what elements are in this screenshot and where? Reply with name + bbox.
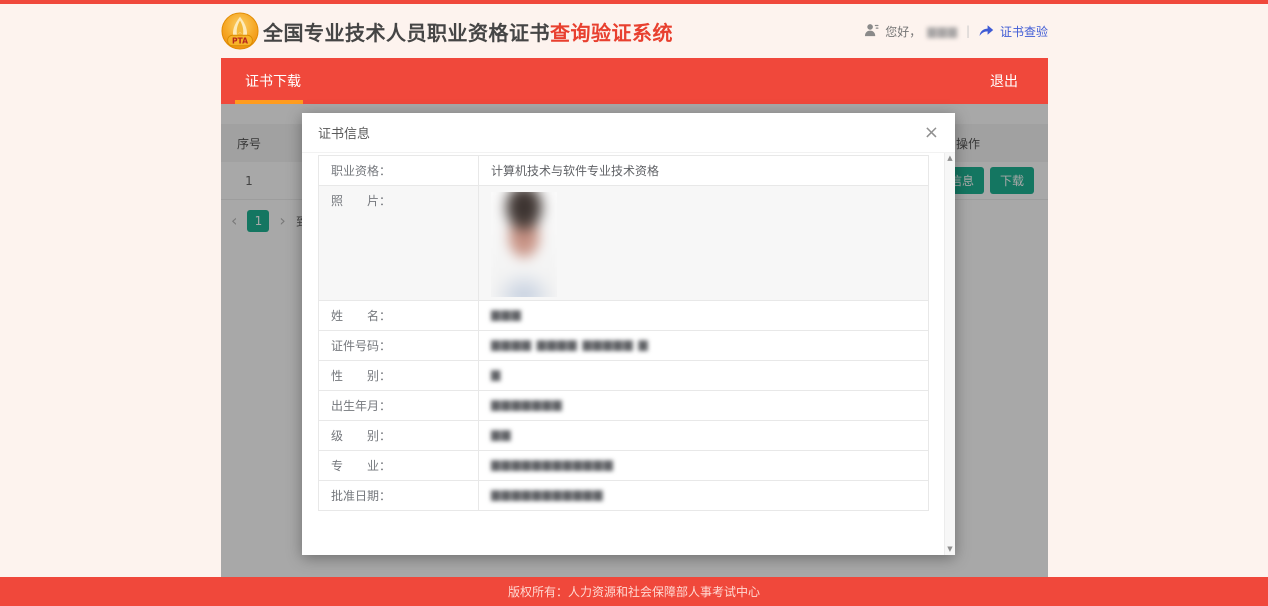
field-value-masked: ▆▆▆▆▆▆▆▆▆▆▆ — [491, 487, 604, 501]
username-masked: ▆▆▆ — [927, 24, 958, 38]
detail-row-name: 姓名： ▆▆▆ — [319, 301, 928, 331]
nav-bar: 证书下载 退出 — [221, 58, 1048, 104]
field-label: 照片 — [331, 194, 379, 208]
field-label: 证件号码 — [331, 339, 380, 353]
scroll-down-icon[interactable]: ▼ — [947, 546, 952, 553]
portrait-photo — [491, 192, 557, 297]
field-label: 专业 — [331, 459, 379, 473]
field-value-masked: ▆▆▆▆▆▆▆ — [491, 397, 563, 411]
field-label: 批准日期 — [331, 489, 380, 503]
logout-button[interactable]: 退出 — [960, 71, 1048, 91]
copyright-text: 版权所有：人力资源和社会保障部人事考试中心 — [507, 585, 760, 599]
modal-title: 证书信息 — [318, 127, 371, 142]
greeting-text: 您好， — [885, 24, 922, 39]
user-icon — [864, 23, 879, 40]
tab-certificate-download-label: 证书下载 — [245, 74, 301, 90]
detail-row-major: 专业： ▆▆▆▆▆▆▆▆▆▆▆▆ — [319, 451, 928, 481]
certificate-detail-table: 职业资格： 计算机技术与软件专业技术资格 照片： 姓名： ▆▆▆ 证件号码： ▆… — [318, 155, 929, 511]
scroll-up-icon[interactable]: ▲ — [947, 155, 952, 162]
field-label: 出生年月 — [331, 399, 380, 413]
brand: PTA 全国专业技术人员职业资格证书查询验证系统 — [221, 12, 673, 50]
pta-logo-icon: PTA — [221, 12, 259, 50]
user-box: 您好， ▆▆▆ | 证书查验 — [864, 23, 1048, 40]
tab-certificate-download[interactable]: 证书下载 — [221, 58, 325, 104]
field-value-masked: ▆▆ — [491, 427, 512, 441]
field-label: 性别 — [331, 369, 379, 383]
detail-row-level: 级别： ▆▆ — [319, 421, 928, 451]
modal-header: 证书信息 × — [302, 113, 955, 153]
field-label: 姓名 — [331, 309, 379, 323]
field-value-masked: ▆ — [491, 367, 502, 381]
field-label: 级别 — [331, 429, 379, 443]
modal-scrollbar[interactable]: ▲ ▼ — [944, 153, 955, 555]
verify-link[interactable]: 证书查验 — [1000, 23, 1048, 40]
page-title-main: 全国专业技术人员职业资格证书 — [263, 20, 550, 45]
site-header: PTA 全国专业技术人员职业资格证书查询验证系统 您好， ▆▆▆ | 证书查验 — [221, 4, 1048, 58]
certificate-info-modal: 证书信息 × 职业资格： 计算机技术与软件专业技术资格 照片： 姓名： ▆▆▆ … — [302, 113, 955, 555]
share-icon — [978, 23, 994, 40]
detail-row-birth: 出生年月： ▆▆▆▆▆▆▆ — [319, 391, 928, 421]
modal-body: 职业资格： 计算机技术与软件专业技术资格 照片： 姓名： ▆▆▆ 证件号码： ▆… — [302, 153, 955, 511]
field-value-masked: ▆▆▆ — [491, 307, 522, 321]
svg-text:PTA: PTA — [232, 36, 248, 45]
close-icon[interactable]: × — [924, 123, 939, 142]
header-divider: | — [965, 24, 970, 38]
detail-row-photo: 照片： — [319, 186, 928, 301]
detail-row-approval-date: 批准日期： ▆▆▆▆▆▆▆▆▆▆▆ — [319, 481, 928, 510]
detail-row-id-number: 证件号码： ▆▆▆▆ ▆▆▆▆ ▆▆▆▆▆ ▆ — [319, 331, 928, 361]
field-value-masked: ▆▆▆▆ ▆▆▆▆ ▆▆▆▆▆ ▆ — [491, 337, 649, 351]
detail-row-gender: 性别： ▆ — [319, 361, 928, 391]
field-value: 计算机技术与软件专业技术资格 — [491, 164, 660, 178]
page-title: 全国专业技术人员职业资格证书查询验证系统 — [263, 17, 673, 46]
detail-row-qualification: 职业资格： 计算机技术与软件专业技术资格 — [319, 156, 928, 186]
page-footer: 版权所有：人力资源和社会保障部人事考试中心 — [0, 577, 1268, 606]
field-label: 职业资格 — [331, 164, 380, 178]
field-value-masked: ▆▆▆▆▆▆▆▆▆▆▆▆ — [491, 457, 614, 471]
page-title-accent: 查询验证系统 — [550, 20, 673, 45]
